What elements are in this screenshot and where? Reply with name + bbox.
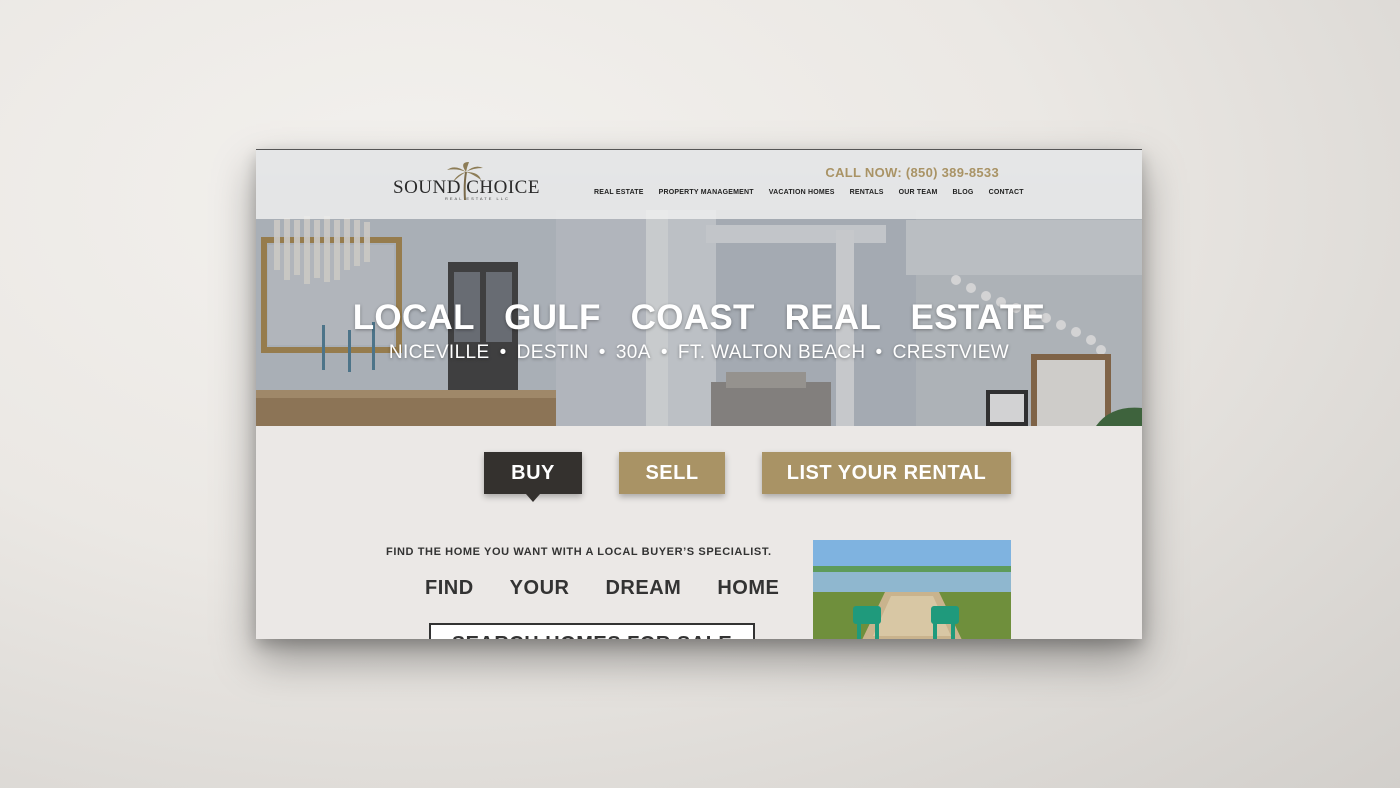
- buyer-tagline: FIND THE HOME YOU WANT WITH A LOCAL BUYE…: [386, 546, 772, 558]
- dream-word: FIND: [425, 577, 474, 599]
- separator-dot: •: [875, 342, 883, 363]
- buy-tab-button[interactable]: BUY: [484, 452, 582, 502]
- hero-title: LOCAL GULF COAST REAL ESTATE: [352, 298, 1046, 337]
- location-30a: 30A: [615, 342, 651, 363]
- browser-window: SOUND CHOICE REAL ESTATE LLC CALL NOW: (…: [256, 149, 1142, 639]
- logo-subtext: REAL ESTATE LLC: [445, 196, 510, 201]
- hero-locations: NICEVILLE • DESTIN • 30A • FT. WALTON BEACH • CR…: [256, 342, 1142, 364]
- dream-word: YOUR: [509, 577, 570, 599]
- location-crestview: CRESTVIEW: [892, 342, 1010, 363]
- call-now-phone[interactable]: CALL NOW: (850) 389-8533: [825, 165, 999, 180]
- nav-rentals[interactable]: RENTALS: [850, 189, 884, 196]
- nav-contact[interactable]: CONTACT: [989, 189, 1024, 196]
- nav-property-management[interactable]: PROPERTY MANAGEMENT: [659, 189, 754, 196]
- nav-real-estate[interactable]: REAL ESTATE: [594, 189, 644, 196]
- separator-dot: •: [598, 342, 606, 363]
- nav-blog[interactable]: BLOG: [953, 189, 974, 196]
- dream-word: DREAM: [605, 577, 682, 599]
- nav-our-team[interactable]: OUR TEAM: [899, 189, 938, 196]
- separator-dot: •: [660, 342, 668, 363]
- location-niceville: NICEVILLE: [388, 342, 490, 363]
- dream-heading: FIND YOUR DREAM HOME: [425, 577, 779, 600]
- dream-word: HOME: [717, 577, 780, 599]
- site-logo[interactable]: SOUND CHOICE REAL ESTATE LLC: [393, 162, 543, 202]
- location-ft-walton-beach: FT. WALTON BEACH: [677, 342, 866, 363]
- main-nav: REAL ESTATE PROPERTY MANAGEMENT VACATION…: [594, 189, 1024, 196]
- sell-tab-button[interactable]: SELL: [619, 452, 725, 494]
- location-destin: DESTIN: [516, 342, 589, 363]
- separator-dot: •: [499, 342, 507, 363]
- hero-banner: SOUND CHOICE REAL ESTATE LLC CALL NOW: (…: [256, 150, 1142, 426]
- nav-vacation-homes[interactable]: VACATION HOMES: [769, 189, 835, 196]
- search-homes-button[interactable]: SEARCH HOMES FOR SALE: [429, 623, 755, 639]
- site-header: SOUND CHOICE REAL ESTATE LLC CALL NOW: (…: [256, 150, 1142, 219]
- waterfront-photo: [813, 540, 1011, 639]
- list-rental-tab-button[interactable]: LIST YOUR RENTAL: [762, 452, 1011, 494]
